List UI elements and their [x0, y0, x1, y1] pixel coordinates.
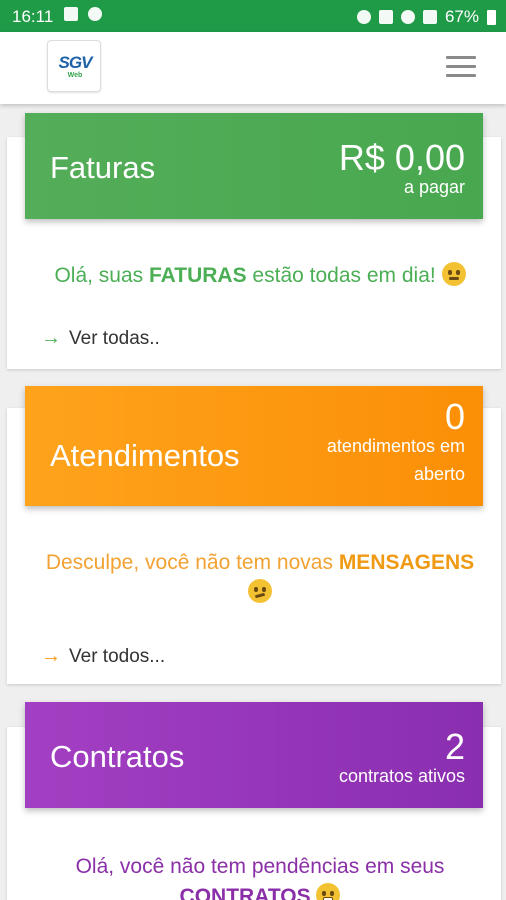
ver-todas-faturas-link[interactable]: → Ver todas..: [41, 327, 160, 350]
image-notification-icon: [64, 7, 78, 21]
wifi-icon: [400, 10, 415, 24]
battery-percent: 67%: [444, 7, 479, 26]
faturas-banner[interactable]: Faturas R$ 0,00 a pagar: [25, 113, 483, 219]
atendimentos-caption-line1: atendimentos em: [326, 436, 465, 456]
arrow-right-icon: →: [41, 645, 61, 667]
contratos-emphasis: CONTRATOS: [179, 885, 311, 900]
contratos-value: 2: [444, 726, 465, 767]
app-logo[interactable]: SGV Web: [47, 40, 101, 92]
alarm-icon: [356, 10, 371, 24]
atendimentos-title: Atendimentos: [50, 438, 240, 473]
winking-face-icon: [441, 262, 466, 286]
faturas-emphasis: FATURAS: [148, 264, 247, 287]
app-header: SGV Web: [0, 32, 506, 104]
signal-icon: [422, 10, 437, 24]
atendimentos-banner[interactable]: Atendimentos 0 atendimentos em aberto: [25, 386, 483, 506]
atendimentos-message: Desculpe, você não tem novas MENSAGENS: [19, 548, 501, 608]
mute-icon: [378, 10, 393, 24]
logo-subtext: Web: [67, 72, 83, 79]
ver-todos-atendimentos-link[interactable]: → Ver todos...: [41, 645, 165, 668]
hamburger-menu-icon[interactable]: [446, 56, 476, 78]
confused-face-icon: [248, 579, 272, 603]
contratos-title: Contratos: [50, 739, 185, 774]
atendimentos-caption-line2: aberto: [413, 464, 465, 484]
arrow-right-icon: →: [41, 327, 61, 349]
atendimentos-value: 0: [444, 396, 465, 437]
contratos-banner[interactable]: Contratos 2 contratos ativos: [25, 702, 483, 808]
faturas-message: Olá, suas FATURAS estão todas em dia!: [19, 261, 501, 291]
battery-icon: [487, 9, 496, 25]
phone-notification-icon: [88, 7, 102, 21]
faturas-title: Faturas: [50, 150, 156, 185]
faturas-value-caption: a pagar: [403, 177, 465, 197]
grinning-face-icon: [316, 883, 341, 900]
status-bar: 16:11 67%: [0, 0, 506, 32]
status-time: 16:11: [12, 7, 54, 26]
logo-text: SGV: [58, 53, 93, 72]
atendimentos-emphasis: MENSAGENS: [338, 551, 475, 574]
contratos-value-caption: contratos ativos: [338, 766, 465, 786]
faturas-value: R$ 0,00: [338, 137, 465, 178]
contratos-message: Olá, você não tem pendências em seus CON…: [19, 852, 501, 900]
